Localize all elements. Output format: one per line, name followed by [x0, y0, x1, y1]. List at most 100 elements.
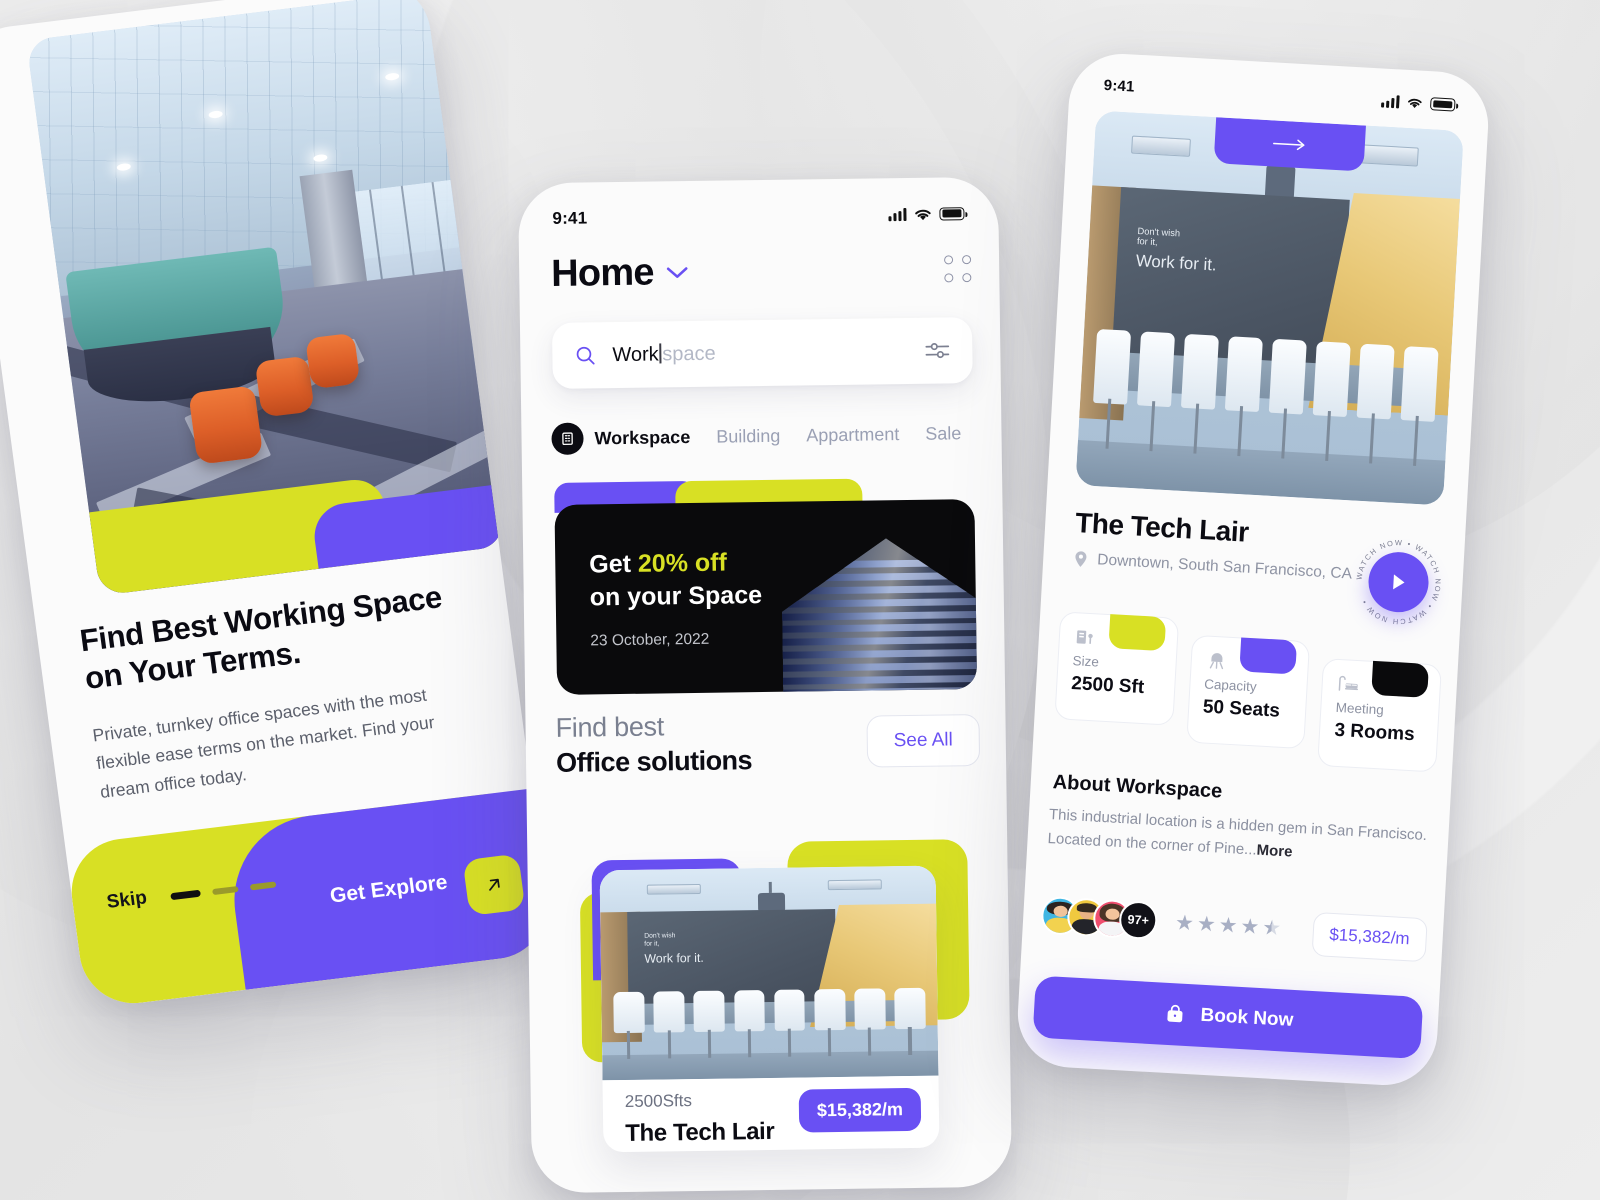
- stat-value: 2500 Sft: [1070, 673, 1145, 699]
- detail-phone: 9:41 Don't wish for it, Work for it. The…: [1014, 51, 1492, 1088]
- search-text: Work space: [612, 342, 716, 366]
- promo-banner[interactable]: Get 20% off on your Space 23 October, 20…: [554, 477, 978, 695]
- wall-quote: Don't wish for it, Work for it.: [1135, 226, 1218, 276]
- tab-building[interactable]: Building: [716, 425, 780, 447]
- chair-icon: [1205, 649, 1228, 677]
- tab-workspace-label: Workspace: [594, 426, 691, 448]
- detail-title: The Tech Lair: [1074, 507, 1250, 548]
- pouf-illustration: [254, 355, 315, 418]
- book-now-button[interactable]: Book Now: [1032, 975, 1424, 1060]
- stat-flag: [1371, 660, 1430, 698]
- promo-headline-post: on your Space: [589, 580, 763, 611]
- stat-key: Size: [1072, 653, 1100, 670]
- bag-icon: [1166, 1004, 1183, 1023]
- promo-banner-body: Get 20% off on your Space 23 October, 20…: [554, 499, 978, 695]
- status-time: 9:41: [1103, 76, 1136, 96]
- star-half-icon: ★: [1261, 915, 1282, 940]
- onboarding-hero-image: [26, 0, 506, 596]
- listing-size: 2500Sfts: [624, 1091, 693, 1111]
- page-title-text: Home: [550, 251, 654, 295]
- stat-card-capacity: Capacity 50 Seats: [1185, 634, 1311, 750]
- tab-sale[interactable]: Sale: [925, 423, 961, 445]
- map-pin-icon: [1075, 551, 1087, 567]
- search-input[interactable]: Work space: [551, 317, 973, 389]
- stat-card-meeting: Meeting 3 Rooms: [1317, 658, 1442, 773]
- home-header: Home: [551, 247, 972, 296]
- star-icon: ★: [1218, 913, 1239, 938]
- get-explore-button[interactable]: [462, 853, 526, 916]
- listing-meta: 2500Sfts The Tech Lair: [625, 1090, 775, 1148]
- watch-now-control[interactable]: WATCH NOW • WATCH NOW • WATCH NOW •: [1352, 536, 1445, 629]
- meeting-room-icon: [1336, 672, 1361, 700]
- arrow-right-icon: [1273, 139, 1305, 151]
- section-title: Office solutions: [555, 745, 753, 778]
- stat-value: 3 Rooms: [1333, 719, 1416, 746]
- cellular-bars-icon: [888, 207, 907, 221]
- wifi-icon: [915, 209, 931, 220]
- star-icon: ★: [1174, 910, 1195, 935]
- rating-stars[interactable]: ★ ★ ★ ★ ★: [1174, 910, 1282, 941]
- promo-headline-accent: 20% off: [637, 548, 728, 578]
- cellular-bars-icon: [1380, 94, 1400, 109]
- wifi-icon: [1408, 98, 1422, 108]
- pouf-illustration: [188, 385, 263, 466]
- detail-hero-image: Don't wish for it, Work for it.: [1075, 110, 1464, 506]
- tab-workspace[interactable]: Workspace: [551, 421, 690, 455]
- search-placeholder: space: [662, 342, 716, 365]
- about-text: This industrial location is a hidden gem…: [1047, 803, 1431, 872]
- about-more-link[interactable]: More: [1256, 842, 1293, 861]
- promo-headline: Get 20% off on your Space: [589, 546, 762, 613]
- home-phone: 9:41 Home Work space Workspace Building …: [517, 176, 1013, 1194]
- stat-value: 50 Seats: [1202, 696, 1281, 722]
- stat-flag: [1239, 637, 1298, 675]
- stat-key: Meeting: [1335, 699, 1385, 718]
- battery-icon: [1429, 97, 1456, 112]
- hero-next-button[interactable]: [1213, 117, 1366, 172]
- promo-headline-pre: Get: [589, 549, 639, 579]
- tab-appartment[interactable]: Appartment: [806, 424, 899, 446]
- onboarding-title: Find Best Working Space on Your Terms.: [77, 579, 444, 697]
- book-now-label: Book Now: [1199, 1004, 1294, 1031]
- about-body: This industrial location is a hidden gem…: [1047, 806, 1428, 859]
- status-time: 9:41: [552, 208, 588, 228]
- listing-card[interactable]: Don't wish for it, Work for it. 2500Sfts …: [579, 827, 970, 1153]
- page-title[interactable]: Home: [551, 251, 690, 296]
- wall-quote-small: Don't wish for it,: [644, 932, 676, 948]
- stat-key: Capacity: [1203, 676, 1258, 695]
- promo-date: 23 October, 2022: [590, 630, 710, 650]
- star-icon: ★: [1239, 914, 1261, 939]
- arrow-up-right-icon: [489, 878, 500, 891]
- detail-stats: Size 2500 Sft Capacity 50 Seats Meeting …: [1053, 611, 1444, 773]
- building-icon: [1073, 625, 1096, 653]
- battery-icon: [939, 206, 965, 221]
- stat-flag: [1108, 614, 1166, 652]
- section-header: Find best Office solutions See All: [555, 707, 981, 779]
- wall-quote-small: Don't wish for it,: [1136, 225, 1181, 248]
- status-bar: 9:41: [518, 203, 998, 230]
- sliders-icon[interactable]: [924, 339, 950, 361]
- listing-card-body[interactable]: Don't wish for it, Work for it. 2500Sfts …: [599, 865, 940, 1153]
- chevron-down-icon[interactable]: [666, 265, 690, 280]
- search-value: Work: [612, 342, 659, 366]
- wall-quote: Don't wish for it, Work for it.: [644, 932, 704, 966]
- star-icon: ★: [1196, 911, 1217, 936]
- text-caret: [659, 342, 662, 363]
- building-icon: [551, 422, 584, 455]
- status-bar: 9:41: [1069, 75, 1489, 115]
- listing-name: The Tech Lair: [625, 1117, 775, 1147]
- category-tabs: Workspace Building Appartment Sale: [551, 417, 977, 455]
- stat-card-size: Size 2500 Sft: [1054, 611, 1179, 726]
- avatar-group[interactable]: 97+: [1040, 895, 1159, 941]
- skyscraper-illustration: [781, 537, 977, 695]
- detail-location-text: Downtown, South San Francisco, CA: [1096, 551, 1353, 583]
- pouf-illustration: [304, 333, 361, 390]
- grid-dots-icon[interactable]: [944, 255, 972, 283]
- see-all-button[interactable]: See All: [866, 714, 981, 768]
- play-icon: [1393, 574, 1405, 590]
- detail-price: $15,382/m: [1311, 911, 1428, 963]
- listing-image: Don't wish for it, Work for it.: [599, 865, 939, 1081]
- search-icon: [576, 346, 595, 365]
- section-subtitle: Find best: [555, 711, 665, 743]
- listing-price-badge[interactable]: $15,382/m: [798, 1087, 922, 1133]
- about-heading: About Workspace: [1052, 771, 1223, 803]
